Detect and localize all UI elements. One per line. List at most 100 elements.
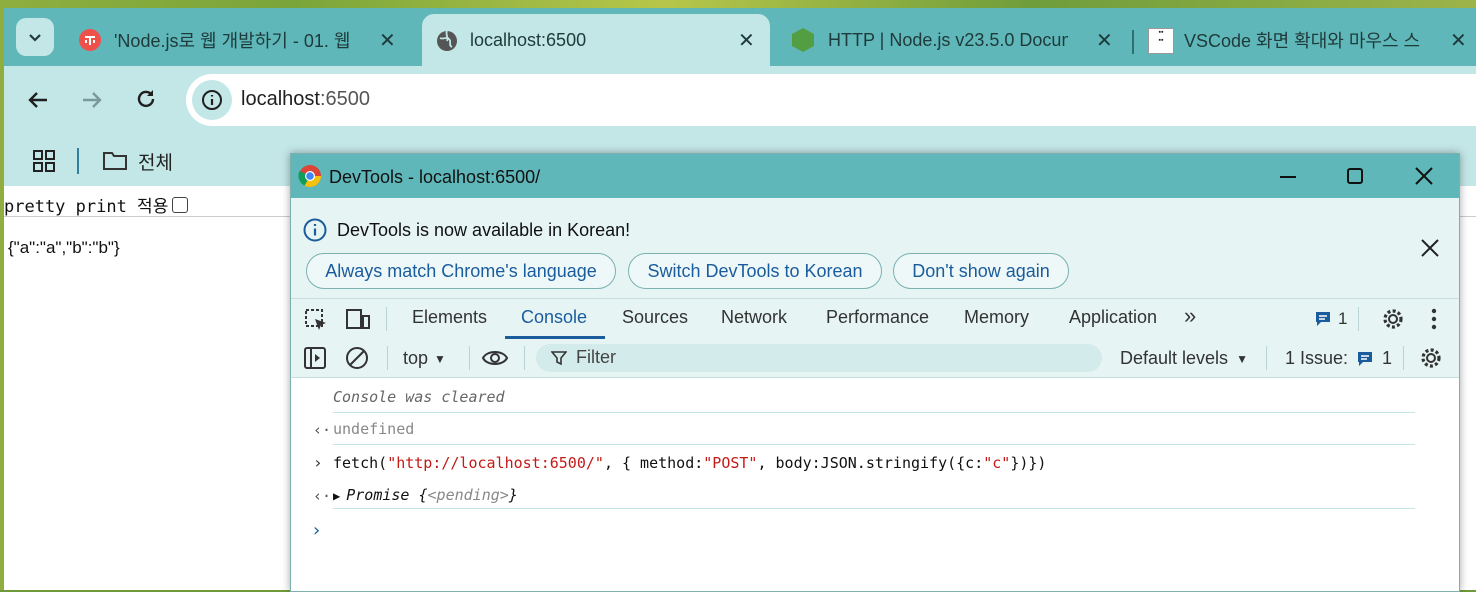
result-arrow-icon: ‹·: [313, 487, 332, 505]
tab-title: VSCode 화면 확대와 마우스 스: [1184, 31, 1421, 51]
code-string: "http://localhost:6500/": [387, 454, 604, 472]
pretty-print-checkbox[interactable]: [172, 196, 189, 213]
tab-memory[interactable]: Memory: [964, 307, 1029, 328]
always-match-language-button[interactable]: Always match Chrome's language: [306, 253, 616, 289]
switch-to-korean-button[interactable]: Switch DevTools to Korean: [628, 253, 882, 289]
code-token: })}): [1010, 454, 1047, 472]
tab-network[interactable]: Network: [721, 307, 787, 328]
message-icon: [1358, 351, 1373, 366]
tab-sources[interactable]: Sources: [622, 307, 688, 328]
tab-elements[interactable]: Elements: [412, 307, 487, 328]
console-separator: [333, 508, 1415, 509]
devtools-panel-tabs: Elements Console Sources Network Perform…: [291, 298, 1459, 340]
more-options-icon[interactable]: [1430, 308, 1438, 330]
apps-grid-icon[interactable]: [33, 150, 55, 172]
console-toolbar: top ▼ Filter Default levels ▼ 1 Issue: 1: [291, 339, 1459, 378]
browser-toolbar: localhost:6500: [4, 66, 1476, 134]
tab-title: localhost:6500: [470, 29, 587, 50]
toolbar-divider: [387, 346, 388, 370]
address-bar[interactable]: localhost:6500: [186, 74, 1476, 126]
tab-vscode-zoom[interactable]: ▪▪ ▪▪ VSCode 화면 확대와 마우스 스 ✕: [1144, 14, 1476, 66]
tab-node-web[interactable]: 'Node.js로 웹 개발하기 - 01. 웹 ✕: [74, 14, 414, 66]
console-separator: [333, 412, 1415, 413]
close-icon[interactable]: [1421, 239, 1439, 257]
device-toolbar-icon[interactable]: [345, 308, 371, 330]
site-favicon-icon: ▪▪ ▪▪: [1148, 28, 1174, 54]
console-prompt-icon[interactable]: ›: [311, 520, 322, 541]
close-icon[interactable]: ✕: [379, 28, 396, 53]
promise-name: Promise: [346, 486, 410, 504]
log-levels-selector[interactable]: Default levels ▼: [1120, 348, 1248, 369]
bookmark-divider: [77, 148, 79, 174]
toolbar-divider: [469, 346, 470, 370]
bookmark-folder-label: 전체: [138, 152, 173, 174]
code-token: , { method:: [603, 454, 704, 472]
back-arrow-icon[interactable]: [26, 88, 50, 112]
toolbar-divider: [524, 346, 525, 370]
console-command[interactable]: fetch("http://localhost:6500/", { method…: [333, 454, 1046, 472]
eye-icon[interactable]: [481, 347, 509, 369]
chrome-logo-icon: [298, 165, 321, 187]
tab-title: 'Node.js로 웹 개발하기 - 01. 웹: [114, 31, 351, 51]
tab-console[interactable]: Console: [521, 307, 587, 328]
url-port: :6500: [319, 88, 370, 110]
sidebar-toggle-icon[interactable]: [304, 347, 326, 369]
toolbar-divider: [386, 307, 387, 331]
reload-icon[interactable]: [134, 87, 158, 111]
log-levels-label: Default levels: [1120, 348, 1229, 368]
maximize-icon[interactable]: [1347, 168, 1363, 184]
tab-application[interactable]: Application: [1069, 307, 1157, 328]
result-arrow-icon: ‹·: [313, 421, 332, 439]
settings-gear-icon[interactable]: [1381, 307, 1405, 331]
minimize-icon[interactable]: [1279, 168, 1297, 186]
tab-search-button[interactable]: [16, 18, 54, 56]
dropdown-triangle-icon: ▼: [434, 351, 446, 366]
code-token: }: [508, 486, 518, 504]
code-token: fetch(: [333, 454, 388, 472]
message-icon: [1316, 312, 1330, 326]
console-result-undefined: undefined: [333, 420, 415, 438]
url-host: localhost: [241, 88, 320, 110]
input-chevron-icon: ›: [313, 453, 323, 472]
dont-show-again-button[interactable]: Don't show again: [893, 253, 1069, 289]
tab-divider: [1132, 30, 1134, 54]
folder-icon: [103, 152, 127, 170]
site-info-button[interactable]: [192, 80, 232, 120]
inspect-element-icon[interactable]: [304, 308, 328, 332]
tab-strip: 'Node.js로 웹 개발하기 - 01. 웹 ✕ localhost:650…: [4, 8, 1476, 66]
context-selector[interactable]: top ▼: [403, 348, 446, 369]
close-icon[interactable]: ✕: [1096, 28, 1113, 53]
issues-badge[interactable]: 1: [1314, 309, 1347, 329]
window-close-icon[interactable]: [1415, 167, 1433, 185]
code-token: , body:JSON.stringify({c:: [757, 454, 984, 472]
url-text: localhost:6500: [241, 88, 370, 111]
devtools-window-title: DevTools - localhost:6500/: [329, 167, 541, 187]
forward-arrow-icon[interactable]: [80, 88, 104, 112]
code-string: "POST": [703, 454, 758, 472]
close-icon[interactable]: ✕: [738, 28, 755, 53]
tab-localhost[interactable]: localhost:6500 ✕: [422, 14, 770, 66]
expand-triangle-icon[interactable]: ▶: [333, 489, 340, 503]
console-promise-result[interactable]: ▶ Promise {<pending>}: [333, 486, 518, 504]
tab-node-http-docs[interactable]: HTTP | Node.js v23.5.0 Docume ✕: [786, 14, 1126, 66]
nodejs-icon: [792, 28, 814, 52]
pretty-print-row: pretty print 적용: [4, 192, 189, 217]
tab-performance[interactable]: Performance: [826, 307, 929, 328]
bookmark-folder-all[interactable]: 전체: [102, 146, 173, 176]
toolbar-divider: [1266, 346, 1267, 370]
issues-badge-count: 1: [1338, 309, 1348, 328]
clear-console-icon[interactable]: [345, 346, 369, 370]
notion-like-red-icon: [79, 29, 101, 51]
more-tabs-chevron-icon[interactable]: »: [1184, 303, 1196, 329]
info-icon: [303, 218, 327, 242]
filter-input[interactable]: Filter: [536, 344, 1102, 372]
info-icon: [202, 90, 222, 110]
promise-state: <pending>: [427, 486, 509, 504]
issues-counter[interactable]: 1 Issue: 1: [1285, 348, 1392, 369]
devtools-window: DevTools - localhost:6500/ DevTools is n…: [290, 153, 1460, 592]
console-settings-gear-icon[interactable]: [1419, 346, 1443, 370]
close-icon[interactable]: ✕: [1450, 28, 1467, 53]
tab-title: HTTP | Node.js v23.5.0 Docume: [828, 29, 1068, 50]
json-output: {"a":"a","b":"b"}: [8, 238, 120, 257]
filter-funnel-icon: [551, 351, 567, 366]
